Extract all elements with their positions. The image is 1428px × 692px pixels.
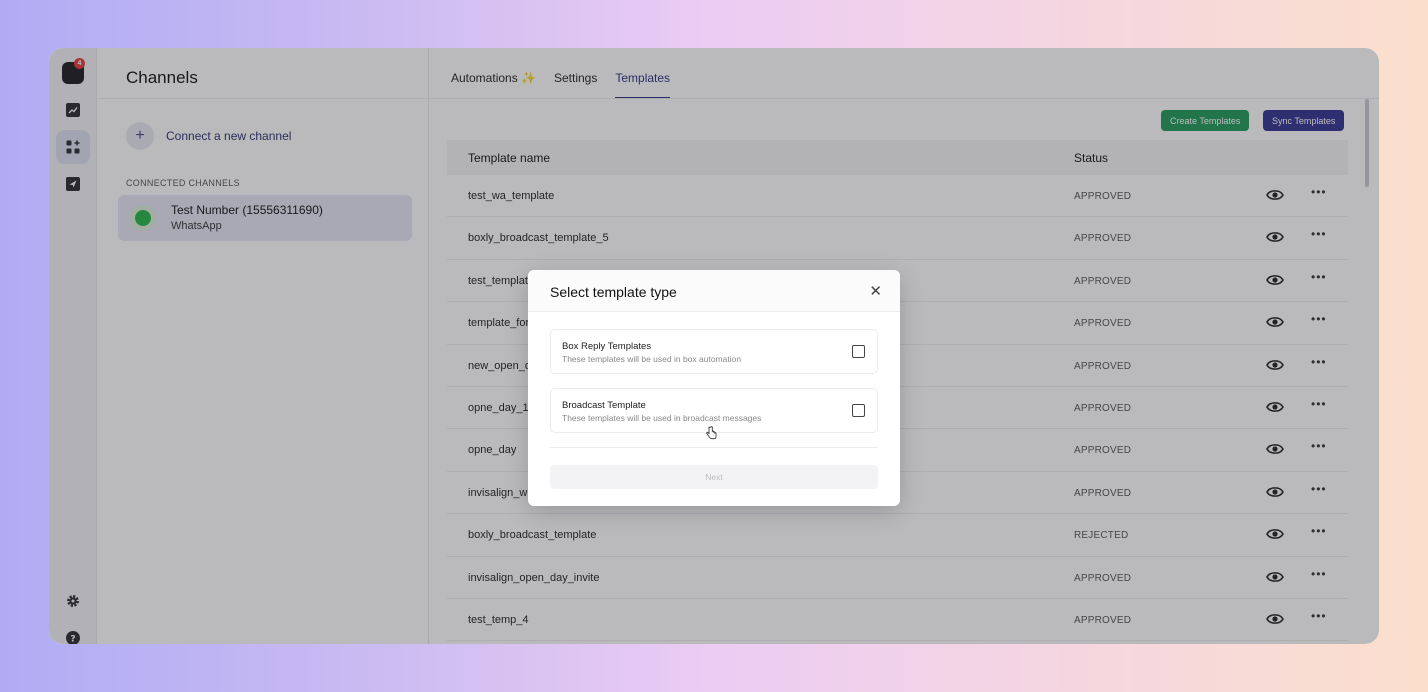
divider <box>550 447 878 448</box>
option-description: These templates will be used in box auto… <box>562 354 742 364</box>
app-window: 4 ? Channels + Connect a new channel CON… <box>49 48 1379 644</box>
hand-cursor-icon <box>706 426 717 440</box>
checkbox[interactable] <box>852 345 865 358</box>
option-title: Box Reply Templates <box>562 341 652 352</box>
close-icon[interactable]: ✕ <box>869 282 882 300</box>
option-title: Broadcast Template <box>562 400 646 411</box>
dialog-title: Select template type <box>550 284 677 300</box>
template-type-dialog: Select template type ✕ Box Reply Templat… <box>528 270 900 506</box>
option-description: These templates will be used in broadcas… <box>562 413 762 423</box>
next-button[interactable]: Next <box>550 465 878 489</box>
checkbox[interactable] <box>852 404 865 417</box>
option-box-reply[interactable]: Box Reply Templates These templates will… <box>550 329 878 374</box>
dialog-header: Select template type ✕ <box>528 270 900 312</box>
